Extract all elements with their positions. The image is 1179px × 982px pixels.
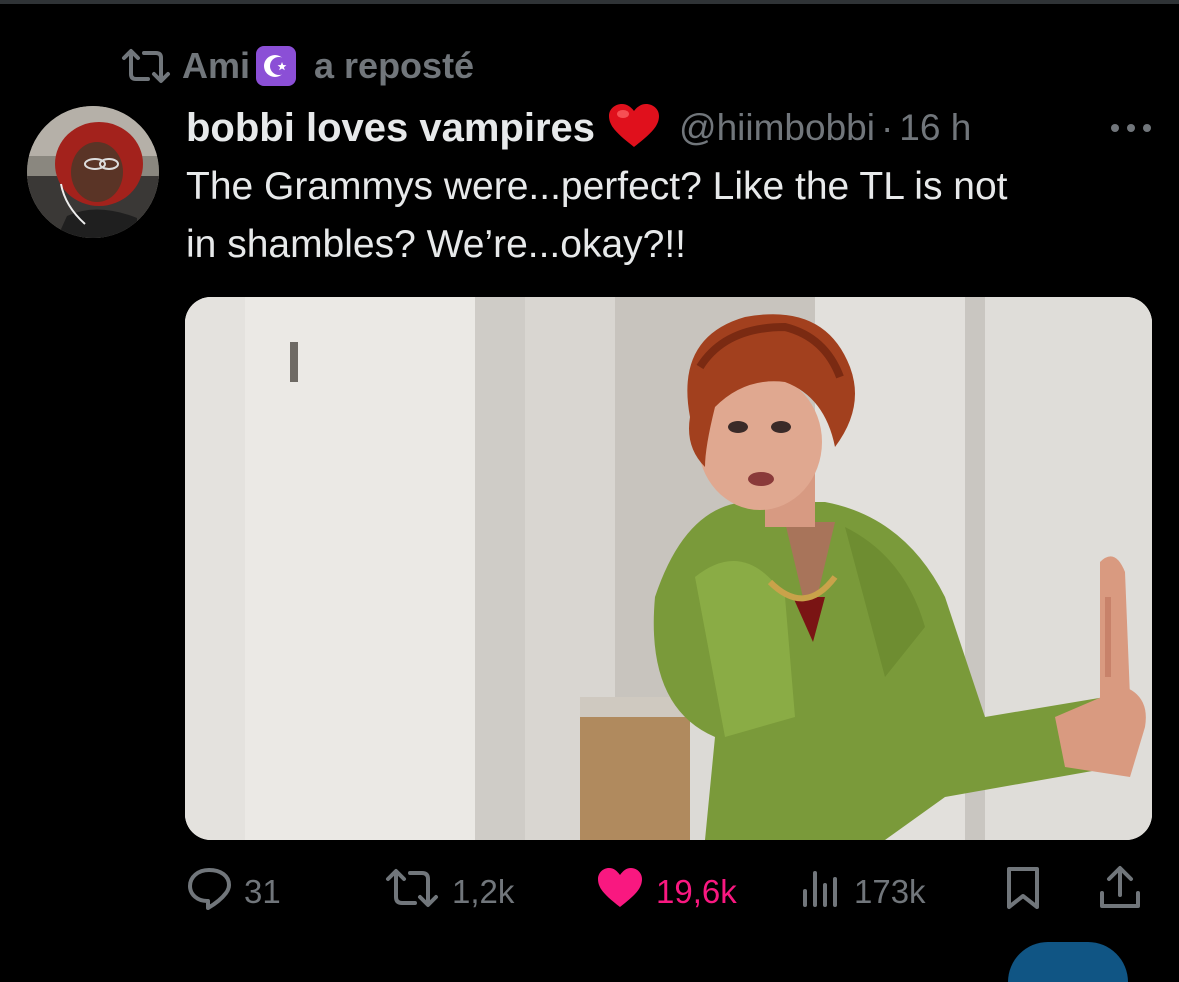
star-and-crescent-icon xyxy=(256,46,297,86)
tweet-media-image[interactable] xyxy=(185,297,1152,840)
tweet-header: bobbi loves vampires @hiimbobbi · 16 h xyxy=(186,100,1156,156)
display-name[interactable]: bobbi loves vampires xyxy=(186,106,595,151)
tweet-text-line: The Grammys were...perfect? Like the TL … xyxy=(186,165,1008,208)
top-divider xyxy=(0,0,1179,4)
reposter-name[interactable]: Ami xyxy=(182,45,250,87)
tweet-text: The Grammys were...perfect? Like the TL … xyxy=(186,158,1146,274)
repost-icon xyxy=(384,867,440,917)
avatar[interactable] xyxy=(27,106,159,238)
reply-button[interactable]: 31 xyxy=(186,862,281,922)
repost-count: 1,2k xyxy=(452,873,515,910)
tweet-action-bar: 31 1,2k 19,6k 173k xyxy=(186,862,1146,922)
floating-compose-button-edge[interactable] xyxy=(1008,942,1128,982)
reply-icon xyxy=(186,865,232,919)
handle[interactable]: @hiimbobbi xyxy=(679,107,875,149)
separator-dot: · xyxy=(880,107,894,148)
bookmark-button[interactable] xyxy=(1004,862,1042,922)
heart-icon xyxy=(596,867,644,917)
like-count: 19,6k xyxy=(656,873,737,910)
repost-attribution[interactable]: Ami a reposté xyxy=(120,44,474,88)
share-button[interactable] xyxy=(1098,862,1142,922)
more-horizontal-icon[interactable] xyxy=(1106,110,1156,146)
timestamp[interactable]: 16 h xyxy=(899,107,971,149)
repost-icon xyxy=(120,48,172,84)
views-button[interactable]: 173k xyxy=(800,862,926,922)
bookmark-icon xyxy=(1004,866,1042,918)
views-count: 173k xyxy=(854,873,926,910)
views-icon xyxy=(800,867,842,917)
reply-count: 31 xyxy=(244,873,281,910)
repost-label: a reposté xyxy=(314,45,475,86)
tweet-text-line: in shambles? We’re...okay?!! xyxy=(186,223,687,266)
repost-button[interactable]: 1,2k xyxy=(384,862,514,922)
red-heart-icon xyxy=(607,103,661,154)
like-button[interactable]: 19,6k xyxy=(596,862,737,922)
share-icon xyxy=(1098,865,1142,919)
